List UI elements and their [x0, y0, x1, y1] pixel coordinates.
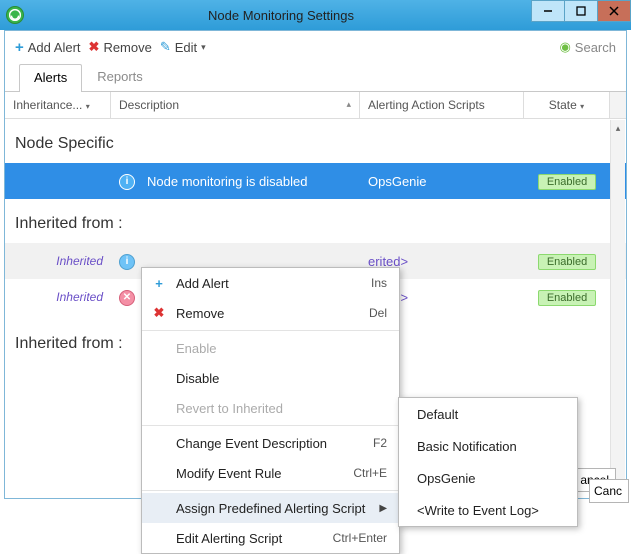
- column-inheritance[interactable]: Inheritance... ▾: [5, 92, 111, 118]
- state-badge: Enabled: [538, 290, 596, 306]
- menu-label: Enable: [176, 341, 387, 356]
- cell-state: Enabled: [524, 173, 610, 190]
- search-placeholder: Search: [575, 40, 616, 55]
- menu-label: Revert to Inherited: [176, 401, 387, 416]
- col-label: Description: [119, 98, 179, 112]
- toolbar-add-label: Add Alert: [28, 40, 81, 55]
- cell-state: Enabled: [524, 253, 610, 270]
- state-badge: Enabled: [538, 254, 596, 270]
- app-icon: [6, 6, 24, 24]
- vertical-scrollbar[interactable]: ▴: [610, 120, 625, 495]
- menu-label: Assign Predefined Alerting Script: [176, 501, 365, 516]
- menu-label: Disable: [176, 371, 387, 386]
- menu-enable: Enable: [142, 333, 399, 363]
- cell-inherit: Inherited: [5, 290, 111, 304]
- toolbar-edit-label: Edit: [175, 40, 197, 55]
- section-label: Inherited from :: [15, 335, 123, 352]
- minimize-button[interactable]: [531, 0, 565, 22]
- col-label: State: [549, 98, 577, 112]
- chevron-right-icon: ▶: [379, 503, 387, 514]
- column-description[interactable]: Description ▴: [111, 92, 360, 118]
- cancel-button-background[interactable]: Canc: [589, 479, 629, 503]
- close-button[interactable]: [597, 0, 631, 22]
- toolbar-remove[interactable]: ✖ Remove: [89, 39, 152, 55]
- window-title: Node Monitoring Settings: [30, 8, 532, 23]
- menu-label: Change Event Description: [176, 436, 365, 451]
- menu-edit-script[interactable]: Edit Alerting Script Ctrl+Enter: [142, 523, 399, 553]
- submenu-default[interactable]: Default: [399, 398, 577, 430]
- menu-remove[interactable]: ✖ Remove Del: [142, 298, 399, 328]
- scroll-up-icon[interactable]: ▴: [611, 120, 625, 136]
- submenu-write-to-event-log[interactable]: <Write to Event Log>: [399, 494, 577, 526]
- column-action-scripts[interactable]: Alerting Action Scripts: [360, 92, 524, 118]
- plus-icon: +: [15, 39, 24, 56]
- table-row[interactable]: i Node monitoring is disabled OpsGenie E…: [5, 163, 626, 199]
- row-icon: i: [111, 252, 139, 270]
- menu-modify-rule[interactable]: Modify Event Rule Ctrl+E: [142, 458, 399, 488]
- search-box[interactable]: ◉ Search: [559, 39, 616, 55]
- menu-shortcut: Ctrl+Enter: [333, 531, 387, 545]
- menu-assign-script[interactable]: Assign Predefined Alerting Script ▶: [142, 493, 399, 523]
- grid-header: Inheritance... ▾ Description ▴ Alerting …: [5, 92, 626, 119]
- toolbar-remove-label: Remove: [103, 40, 151, 55]
- remove-x-icon: ✖: [89, 39, 100, 55]
- submenu-basic-notification[interactable]: Basic Notification: [399, 430, 577, 462]
- section-inherited-1: Inherited from :: [5, 199, 626, 243]
- toolbar-edit[interactable]: ✎ Edit ▾: [160, 39, 206, 55]
- chevron-down-icon: ▾: [201, 42, 206, 53]
- submenu-opsgenie[interactable]: OpsGenie: [399, 462, 577, 494]
- menu-change-description[interactable]: Change Event Description F2: [142, 428, 399, 458]
- section-node-specific: Node Specific: [5, 119, 626, 163]
- plus-icon: +: [150, 276, 168, 291]
- menu-label: Add Alert: [176, 276, 363, 291]
- tab-alerts[interactable]: Alerts: [19, 64, 82, 92]
- tab-reports[interactable]: Reports: [82, 63, 158, 91]
- chevron-down-icon: ▾: [580, 102, 584, 111]
- remove-x-icon: ✖: [150, 305, 168, 321]
- menu-disable[interactable]: Disable: [142, 363, 399, 393]
- toolbar-add-alert[interactable]: + Add Alert: [15, 39, 81, 56]
- menu-shortcut: Del: [369, 306, 387, 320]
- menu-label: Edit Alerting Script: [176, 531, 325, 546]
- menu-shortcut: Ctrl+E: [353, 466, 387, 480]
- section-label: Inherited from :: [15, 215, 123, 232]
- info-icon: i: [119, 174, 135, 190]
- state-badge: Enabled: [538, 174, 596, 190]
- info-icon: i: [119, 254, 135, 270]
- menu-label: OpsGenie: [417, 471, 565, 486]
- cell-state: Enabled: [524, 289, 610, 306]
- column-state[interactable]: State ▾: [524, 92, 610, 118]
- error-icon: ✕: [119, 290, 135, 306]
- menu-label: Default: [417, 407, 565, 422]
- menu-shortcut: F2: [373, 436, 387, 450]
- scrollbar-header: [610, 92, 626, 118]
- cell-inherit: Inherited: [5, 254, 111, 268]
- sort-ascending-icon: ▴: [346, 99, 351, 110]
- cell-action: OpsGenie: [360, 174, 524, 189]
- window-titlebar: Node Monitoring Settings: [0, 0, 631, 30]
- context-menu: + Add Alert Ins ✖ Remove Del Enable Disa…: [141, 267, 400, 554]
- pencil-icon: ✎: [160, 39, 171, 55]
- menu-revert: Revert to Inherited: [142, 393, 399, 423]
- context-submenu: Default Basic Notification OpsGenie <Wri…: [398, 397, 578, 527]
- window-buttons: [532, 0, 631, 30]
- menu-label: Remove: [176, 306, 361, 321]
- tabs: Alerts Reports: [5, 63, 626, 91]
- menu-add-alert[interactable]: + Add Alert Ins: [142, 268, 399, 298]
- search-icon: ◉: [559, 39, 570, 55]
- row-icon: ✕: [111, 288, 139, 306]
- row-icon: i: [111, 172, 139, 190]
- maximize-button[interactable]: [564, 0, 598, 22]
- menu-shortcut: Ins: [371, 276, 387, 290]
- chevron-down-icon: ▾: [86, 102, 90, 111]
- menu-label: Modify Event Rule: [176, 466, 345, 481]
- col-label: Inheritance...: [13, 98, 82, 112]
- toolbar: + Add Alert ✖ Remove ✎ Edit ▾ ◉ Search: [5, 31, 626, 63]
- cell-desc: Node monitoring is disabled: [139, 174, 360, 189]
- menu-label: Basic Notification: [417, 439, 565, 454]
